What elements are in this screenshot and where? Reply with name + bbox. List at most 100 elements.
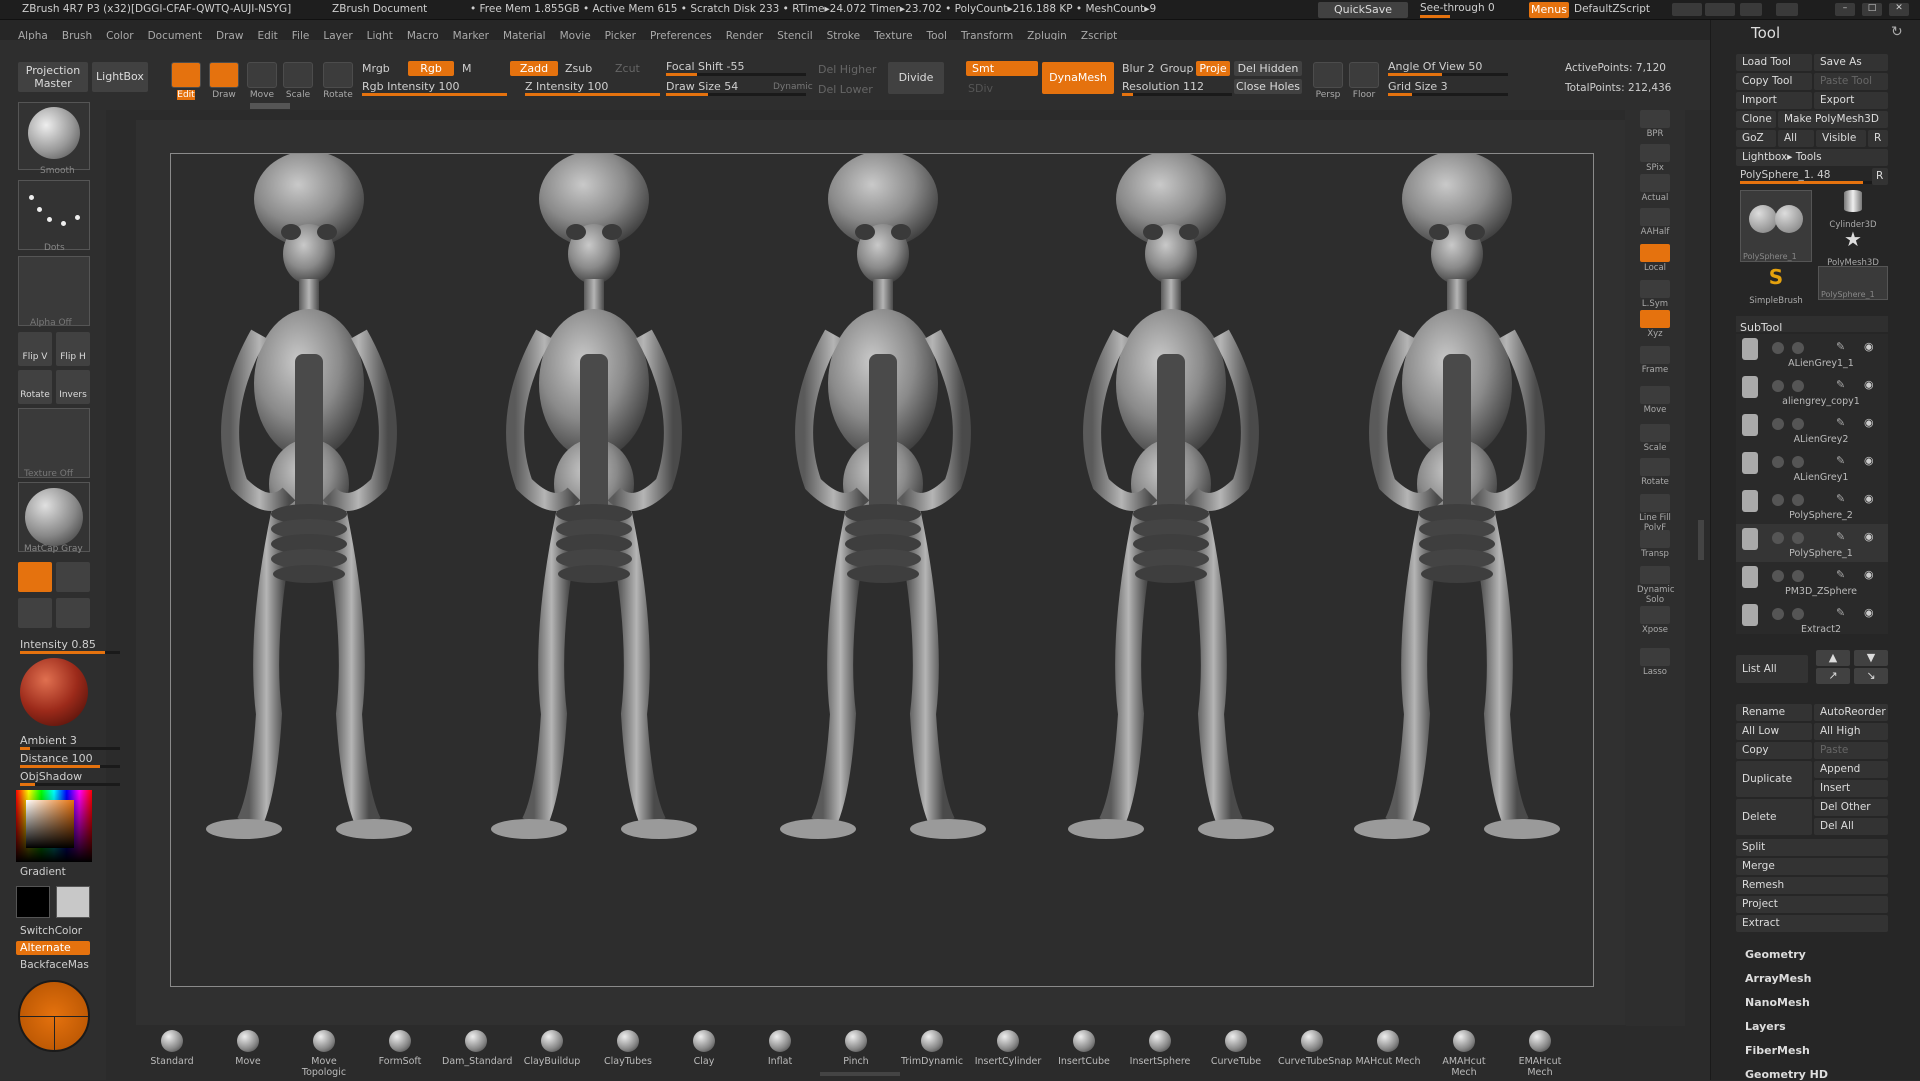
quicksave-button[interactable]: QuickSave bbox=[1318, 2, 1408, 18]
eye-icon[interactable]: ◉ bbox=[1864, 568, 1878, 582]
subtool-header[interactable]: SubTool bbox=[1736, 316, 1888, 334]
view-rotate-button[interactable]: Rotate bbox=[1637, 458, 1673, 487]
import-button[interactable]: Import bbox=[1736, 92, 1812, 109]
projection-master-button[interactable]: Projection Master bbox=[18, 62, 88, 92]
brush-insertcube[interactable]: InsertCube bbox=[1050, 1030, 1118, 1067]
move-down-arrow-icon[interactable]: ▼ bbox=[1854, 650, 1888, 666]
color-square[interactable] bbox=[26, 800, 74, 848]
remesh-button[interactable]: Remesh bbox=[1736, 877, 1888, 894]
simplebrush-tool-thumb[interactable]: S SimpleBrush bbox=[1740, 266, 1812, 306]
subtool-toggle-icon[interactable] bbox=[1792, 494, 1804, 506]
default-script[interactable]: DefaultZScript bbox=[1574, 3, 1650, 15]
view-scale-button[interactable]: Scale bbox=[1637, 424, 1673, 453]
brush-trimdynamic[interactable]: TrimDynamic bbox=[898, 1030, 966, 1067]
zsub-toggle[interactable]: Zsub bbox=[565, 62, 592, 75]
brush-move[interactable]: Move bbox=[214, 1030, 282, 1067]
secondary-color-swatch[interactable] bbox=[56, 886, 90, 918]
copy-tool-button[interactable]: Copy Tool bbox=[1736, 73, 1812, 90]
brush-emahcut-mech[interactable]: EMAHcut Mech bbox=[1506, 1030, 1574, 1078]
view-lasso-button[interactable]: Lasso bbox=[1637, 648, 1673, 677]
brush-insertsphere[interactable]: InsertSphere bbox=[1126, 1030, 1194, 1067]
maximize-icon[interactable]: □ bbox=[1862, 3, 1882, 16]
subtool-toggle-icon[interactable] bbox=[1792, 418, 1804, 430]
brush-mahcut-mech[interactable]: MAHcut Mech bbox=[1354, 1030, 1422, 1067]
angle-of-view-slider[interactable]: Angle Of View 50 bbox=[1388, 60, 1508, 76]
brush-curvetubesnap[interactable]: CurveTubeSnap bbox=[1278, 1030, 1352, 1067]
palette-fibermesh[interactable]: FiberMesh bbox=[1745, 1044, 1810, 1057]
palette-icon[interactable] bbox=[1740, 3, 1762, 16]
subtool-toggle-icon[interactable] bbox=[1792, 608, 1804, 620]
rename-button[interactable]: Rename bbox=[1736, 704, 1812, 721]
rgb-intensity-slider[interactable]: Rgb Intensity 100 bbox=[362, 80, 507, 96]
brush-standard[interactable]: Standard bbox=[138, 1030, 206, 1067]
duplicate-button[interactable]: Duplicate bbox=[1736, 761, 1812, 797]
goz-button[interactable]: GoZ bbox=[1736, 130, 1776, 147]
autoreorder-button[interactable]: AutoReorder bbox=[1814, 704, 1888, 721]
subtool-row[interactable]: ✎ ◉ ALienGrey1 bbox=[1736, 448, 1888, 486]
see-through-slider[interactable]: See-through 0 bbox=[1420, 2, 1510, 18]
brush-amahcut-mech[interactable]: AMAHcut Mech bbox=[1430, 1030, 1498, 1078]
brush-icon[interactable]: ✎ bbox=[1836, 416, 1850, 430]
export-button[interactable]: Export bbox=[1814, 92, 1888, 109]
grid-size-slider[interactable]: Grid Size 3 bbox=[1388, 80, 1508, 96]
goz-r-button[interactable]: R bbox=[1868, 130, 1888, 147]
eye-icon[interactable]: ◉ bbox=[1864, 454, 1878, 468]
load-tool-button[interactable]: Load Tool bbox=[1736, 54, 1812, 71]
project-button[interactable]: Project bbox=[1736, 896, 1888, 913]
z-intensity-slider[interactable]: Z Intensity 100 bbox=[525, 80, 660, 96]
cylinder-tool-thumb[interactable]: Cylinder3D bbox=[1818, 190, 1888, 230]
group-toggle[interactable]: Group bbox=[1160, 62, 1194, 75]
brush-icon[interactable]: ✎ bbox=[1836, 568, 1850, 582]
arrow-down-right-icon[interactable]: ↘ bbox=[1854, 668, 1888, 684]
split-button[interactable]: Split bbox=[1736, 839, 1888, 856]
polymesh-tool-thumb[interactable]: ★ PolyMesh3D bbox=[1818, 228, 1888, 268]
clone-button[interactable]: Clone bbox=[1736, 111, 1776, 128]
zadd-toggle[interactable]: Zadd bbox=[510, 61, 558, 76]
ambient-slider[interactable]: Ambient 3 bbox=[20, 734, 120, 750]
backface-mask-toggle[interactable]: BackfaceMas bbox=[20, 959, 89, 971]
delete-button[interactable]: Delete bbox=[1736, 799, 1812, 835]
light-pin-icon-4[interactable] bbox=[56, 598, 90, 628]
view-bpr-button[interactable]: BPR bbox=[1637, 110, 1673, 139]
del-lower-button[interactable]: Del Lower bbox=[818, 83, 873, 96]
eye-icon[interactable]: ◉ bbox=[1864, 340, 1878, 354]
distance-slider[interactable]: Distance 100 bbox=[20, 752, 120, 768]
layout-arrows-icon[interactable] bbox=[1672, 3, 1702, 16]
subtool-toggle-icon[interactable] bbox=[1792, 380, 1804, 392]
subtool-row[interactable]: ✎ ◉ Extract2 bbox=[1736, 600, 1888, 638]
brush-dam-standard[interactable]: Dam_Standard bbox=[442, 1030, 512, 1067]
close-holes-button[interactable]: Close Holes bbox=[1234, 79, 1302, 94]
subtool-toggle-icon[interactable] bbox=[1772, 342, 1784, 354]
rgb-toggle[interactable]: Rgb bbox=[408, 61, 454, 76]
current-tool-slider[interactable]: PolySphere_1. 48 bbox=[1740, 169, 1880, 184]
view-spix-button[interactable]: SPix bbox=[1637, 144, 1673, 173]
insert-button[interactable]: Insert bbox=[1814, 780, 1888, 797]
subtool-toggle-icon[interactable] bbox=[1772, 570, 1784, 582]
brush-claybuildup[interactable]: ClayBuildup bbox=[518, 1030, 586, 1067]
subtool-toggle-icon[interactable] bbox=[1792, 570, 1804, 582]
polysphere-tool-thumb[interactable]: PolySphere_1 bbox=[1740, 190, 1812, 262]
dynamesh-button[interactable]: DynaMesh bbox=[1042, 62, 1114, 94]
view-xyz-button[interactable]: Xyz bbox=[1637, 310, 1673, 339]
panel-collapse-handle[interactable] bbox=[1698, 520, 1704, 560]
divide-button[interactable]: Divide bbox=[888, 62, 944, 94]
intensity-slider[interactable]: Intensity 0.85 bbox=[20, 638, 120, 654]
subtool-row[interactable]: ✎ ◉ PolySphere_1 bbox=[1736, 524, 1888, 562]
palette-arraymesh[interactable]: ArrayMesh bbox=[1745, 972, 1811, 985]
current-tool-r-button[interactable]: R bbox=[1872, 168, 1888, 185]
view-dynamic-solo-button[interactable]: Dynamic Solo bbox=[1637, 566, 1675, 605]
mrgb-toggle[interactable]: Mrgb bbox=[362, 62, 390, 75]
eye-icon[interactable]: ◉ bbox=[1864, 378, 1878, 392]
del-other-button[interactable]: Del Other bbox=[1814, 799, 1888, 816]
all-low-button[interactable]: All Low bbox=[1736, 723, 1812, 740]
del-hidden-button[interactable]: Del Hidden bbox=[1234, 61, 1302, 76]
close-icon[interactable]: ✕ bbox=[1889, 3, 1909, 16]
shelf-scroll-thumb[interactable] bbox=[820, 1072, 900, 1076]
light-pin-icon-3[interactable] bbox=[18, 598, 52, 628]
append-button[interactable]: Append bbox=[1814, 761, 1888, 778]
stroke-thumbnail[interactable] bbox=[18, 180, 90, 250]
view-transp-button[interactable]: Transp bbox=[1637, 530, 1673, 559]
texture-thumbnail[interactable] bbox=[18, 408, 90, 478]
color-picker[interactable] bbox=[16, 790, 92, 862]
eye-icon[interactable]: ◉ bbox=[1864, 416, 1878, 430]
